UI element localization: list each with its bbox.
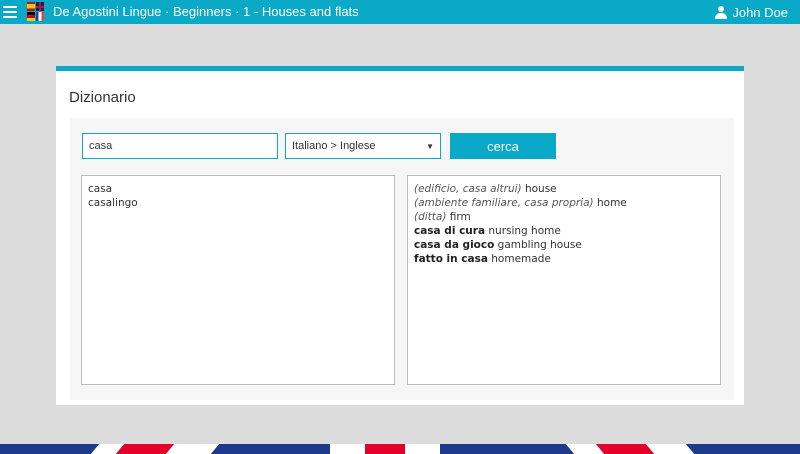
translation-row: (edificio, casa altrui) house	[414, 182, 714, 196]
user-icon	[715, 5, 728, 19]
language-pair-select[interactable]: Italiano > Inglese ▼	[285, 133, 441, 159]
search-input[interactable]	[82, 133, 278, 159]
translation-row: (ambiente familiare, casa propria) home	[414, 196, 714, 210]
suggestion-item[interactable]: casalingo	[88, 196, 388, 210]
language-pair-value: Italiano > Inglese	[292, 140, 376, 152]
translations-list: (edificio, casa altrui) house (ambiente …	[407, 175, 721, 385]
translation-row: casa di cura nursing home	[414, 224, 714, 238]
translation-text: nursing home	[488, 225, 561, 237]
caret-down-icon: ▼	[426, 141, 434, 151]
user-menu[interactable]: John Doe	[715, 4, 788, 20]
translation-term: fatto in casa	[414, 253, 488, 265]
translation-term: casa da gioco	[414, 239, 495, 251]
translation-row: fatto in casa homemade	[414, 252, 714, 266]
translation-row: (ditta) firm	[414, 210, 714, 224]
translation-context: (ditta)	[414, 211, 447, 223]
app-title: De Agostini Lingue · Beginners · 1 - Hou…	[53, 4, 359, 19]
translation-row: casa da gioco gambling house	[414, 238, 714, 252]
dictionary-card: Dizionario Italiano > Inglese ▼ cerca ca…	[56, 66, 744, 405]
translation-term: casa di cura	[414, 225, 486, 237]
suggestion-item[interactable]: casa	[88, 182, 388, 196]
translation-text: home	[597, 197, 627, 209]
dictionary-body: Italiano > Inglese ▼ cerca casa casaling…	[70, 118, 734, 400]
user-name: John Doe	[732, 4, 788, 20]
union-jack-banner	[0, 444, 800, 454]
translation-text: homemade	[491, 253, 551, 265]
translation-context: (edificio, casa altrui)	[414, 183, 522, 195]
page-title: Dizionario	[69, 89, 136, 106]
suggestions-list: casa casalingo	[81, 175, 395, 385]
top-bar: De Agostini Lingue · Beginners · 1 - Hou…	[0, 0, 800, 24]
language-flags-icon	[27, 2, 45, 22]
translation-text: firm	[449, 211, 471, 223]
translation-context: (ambiente familiare, casa propria)	[414, 197, 594, 209]
translation-text: gambling house	[497, 239, 582, 251]
search-button[interactable]: cerca	[450, 133, 556, 159]
hamburger-icon[interactable]	[3, 6, 17, 18]
translation-text: house	[524, 183, 557, 195]
